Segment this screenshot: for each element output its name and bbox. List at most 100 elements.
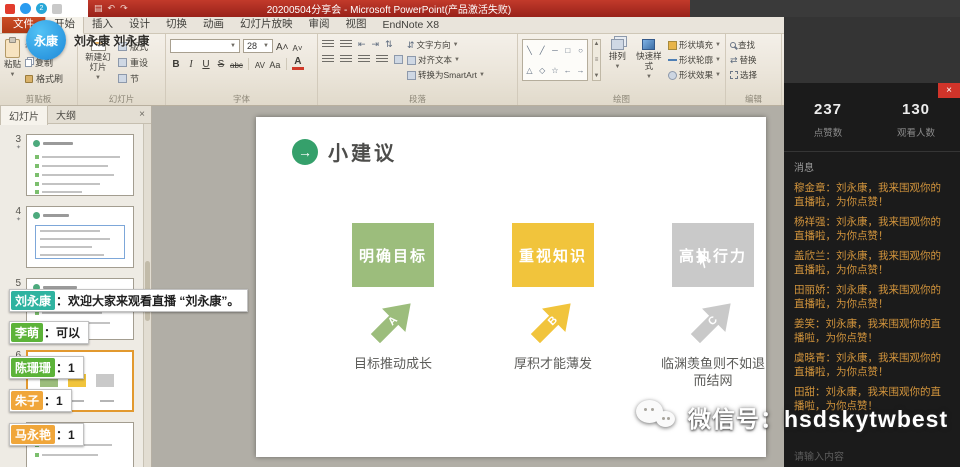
text-direction-icon: ⇵ [407, 41, 415, 50]
avatar[interactable]: 永康 [26, 20, 66, 60]
select-button[interactable]: 选择 [730, 69, 777, 81]
tab-slides-thumbnails[interactable]: 幻灯片 [0, 105, 48, 125]
scroll-up-icon[interactable]: ▲ [593, 41, 599, 47]
chat-text: ：1 [56, 426, 75, 443]
close-icon[interactable]: × [938, 83, 960, 98]
numbering-icon[interactable] [340, 40, 352, 49]
smartart-icon [407, 71, 416, 80]
slide-column-2[interactable]: 重视知识 B 厚积才能薄发 [478, 223, 628, 372]
chat-text: ：1 [44, 392, 63, 409]
shape-icon[interactable]: △ [526, 66, 532, 75]
font-color-button[interactable]: A [292, 57, 304, 70]
close-pane-icon[interactable]: × [133, 109, 151, 120]
bullets-icon[interactable] [322, 40, 334, 49]
thumbnail-decor [33, 140, 73, 147]
recorder-toolbar: 2 [0, 0, 88, 17]
record-icon[interactable] [5, 4, 15, 14]
shape-icon[interactable]: ─ [552, 46, 558, 55]
gallery-scrollbar[interactable]: ▲ ≡ ▼ [592, 39, 601, 81]
arrow-up-right-icon[interactable]: A [358, 286, 429, 357]
shape-icon[interactable]: ╱ [540, 46, 545, 55]
indent-increase-icon[interactable]: ⇥ [372, 40, 380, 49]
arrow-up-right-icon[interactable]: C [678, 286, 749, 357]
align-right-icon[interactable] [358, 55, 370, 64]
columns-icon[interactable] [394, 55, 403, 64]
strikethrough-button[interactable]: abc [230, 57, 243, 70]
slides-panel-tabs: 幻灯片 大纲 × [0, 106, 151, 124]
badge-icon[interactable]: 2 [36, 3, 47, 14]
slide-column-1[interactable]: 明确目标 A 目标推动成长 [318, 223, 468, 372]
underline-button[interactable]: U [200, 57, 212, 70]
arrow-up-right-icon[interactable]: B [518, 286, 589, 357]
settings-icon[interactable] [52, 4, 62, 14]
shape-icon[interactable]: ◇ [539, 66, 545, 75]
shape-fill-button[interactable]: 形状填充▼ [668, 39, 721, 51]
message-input[interactable]: 请输入内容 [794, 448, 844, 463]
slide-3-thumbnail[interactable] [26, 134, 134, 196]
align-left-icon[interactable] [322, 55, 334, 64]
slide-3-row: 3✦ [0, 134, 151, 196]
shape-icon[interactable]: ○ [578, 46, 583, 55]
shapes-gallery[interactable]: ╲ ╱ ─ □ ○ △ ◇ ☆ ← → [522, 39, 588, 81]
thumbnail-decor [33, 212, 69, 219]
shape-outline-button[interactable]: 形状轮廓▼ [668, 54, 721, 66]
change-case-button[interactable]: Aa [269, 57, 281, 70]
font-size-select[interactable]: 28▼ [243, 39, 273, 53]
align-center-icon[interactable] [340, 55, 352, 64]
save-icon[interactable]: ▤ [94, 3, 103, 14]
section-button[interactable]: 节 [118, 72, 148, 85]
likes-stat: 237 点赞数 [784, 101, 872, 139]
italic-button[interactable]: I [185, 57, 197, 70]
chevron-down-icon: ▼ [479, 72, 485, 78]
undo-icon[interactable]: ↶ [108, 3, 116, 14]
line-spacing-icon[interactable]: ⇅ [385, 40, 393, 49]
execution-box[interactable]: 高执行力 [672, 223, 754, 287]
tab-endnote[interactable]: EndNote X8 [375, 17, 448, 33]
justify-icon[interactable] [376, 55, 388, 64]
font-family-select[interactable]: ▼ [170, 39, 240, 53]
redo-icon[interactable]: ↷ [120, 3, 128, 14]
group-editing: 查找 ⇄替换 选择 编辑 [726, 34, 782, 105]
paste-button[interactable]: 粘贴 ▼ [4, 37, 21, 93]
shape-icon[interactable]: ╲ [527, 46, 532, 55]
bold-button[interactable]: B [170, 57, 182, 70]
messages-list[interactable]: 穆金章：刘永康，我来围观你的直播啦，为你点赞！ 杨祥强：刘永康，我来围观你的直播… [784, 174, 960, 413]
shape-icon[interactable]: → [577, 66, 585, 75]
grow-font-button[interactable]: A˄ [276, 40, 289, 53]
smartart-button[interactable]: 转换为SmartArt▼ [407, 69, 485, 81]
indent-decrease-icon[interactable]: ⇤ [358, 40, 366, 49]
arrange-button[interactable]: 排列 ▼ [605, 37, 630, 93]
camera-icon[interactable] [20, 3, 31, 14]
live-message: 盖欣兰：刘永康，我来围观你的直播啦，为你点赞！ [794, 249, 950, 277]
slide-title-block[interactable]: → 小建议 [292, 137, 397, 166]
knowledge-box[interactable]: 重视知识 [512, 223, 594, 287]
character-spacing-button[interactable]: AV [254, 57, 266, 70]
chat-text: ：1 [56, 359, 75, 376]
shape-icon[interactable]: ☆ [551, 66, 558, 75]
align-text-button[interactable]: 对齐文本▼ [407, 54, 485, 66]
wechat-id-text: 微信号：hsdskytwbest [688, 400, 948, 434]
scroll-down-icon[interactable]: ▼ [593, 73, 599, 79]
shadow-button[interactable]: S [215, 57, 227, 70]
goal-box[interactable]: 明确目标 [352, 223, 434, 287]
chat-overlay-bubble: 朱子 ：1 [9, 389, 72, 412]
find-button[interactable]: 查找 [730, 39, 777, 51]
format-painter-button[interactable]: 格式刷 [25, 72, 63, 85]
shape-effects-button[interactable]: 形状效果▼ [668, 69, 721, 81]
arrange-icon [611, 39, 624, 50]
tab-outline[interactable]: 大纲 [48, 105, 84, 124]
shape-icon[interactable]: □ [565, 46, 570, 55]
shrink-font-button[interactable]: A˅ [292, 40, 304, 53]
font-group-label: 字体 [166, 93, 317, 105]
chevron-down-icon: ▼ [614, 64, 620, 70]
slide-column-3[interactable]: 高执行力 C 临渊羡鱼则不如退而结网 [638, 223, 788, 389]
presenter-name: 刘永康 刘永康 [74, 32, 149, 49]
chat-overlay-bubble: 马永艳 ：1 [9, 423, 84, 446]
gallery-more-icon[interactable]: ≡ [595, 57, 599, 63]
replace-button[interactable]: ⇄替换 [730, 54, 777, 66]
shape-icon[interactable]: ← [564, 66, 572, 75]
quick-styles-button[interactable]: 快速样式 ▼ [634, 37, 664, 93]
text-direction-button[interactable]: ⇵文字方向▼ [407, 39, 485, 51]
column-caption: 厚积才能薄发 [497, 355, 609, 372]
slide-4-thumbnail[interactable] [26, 206, 134, 268]
